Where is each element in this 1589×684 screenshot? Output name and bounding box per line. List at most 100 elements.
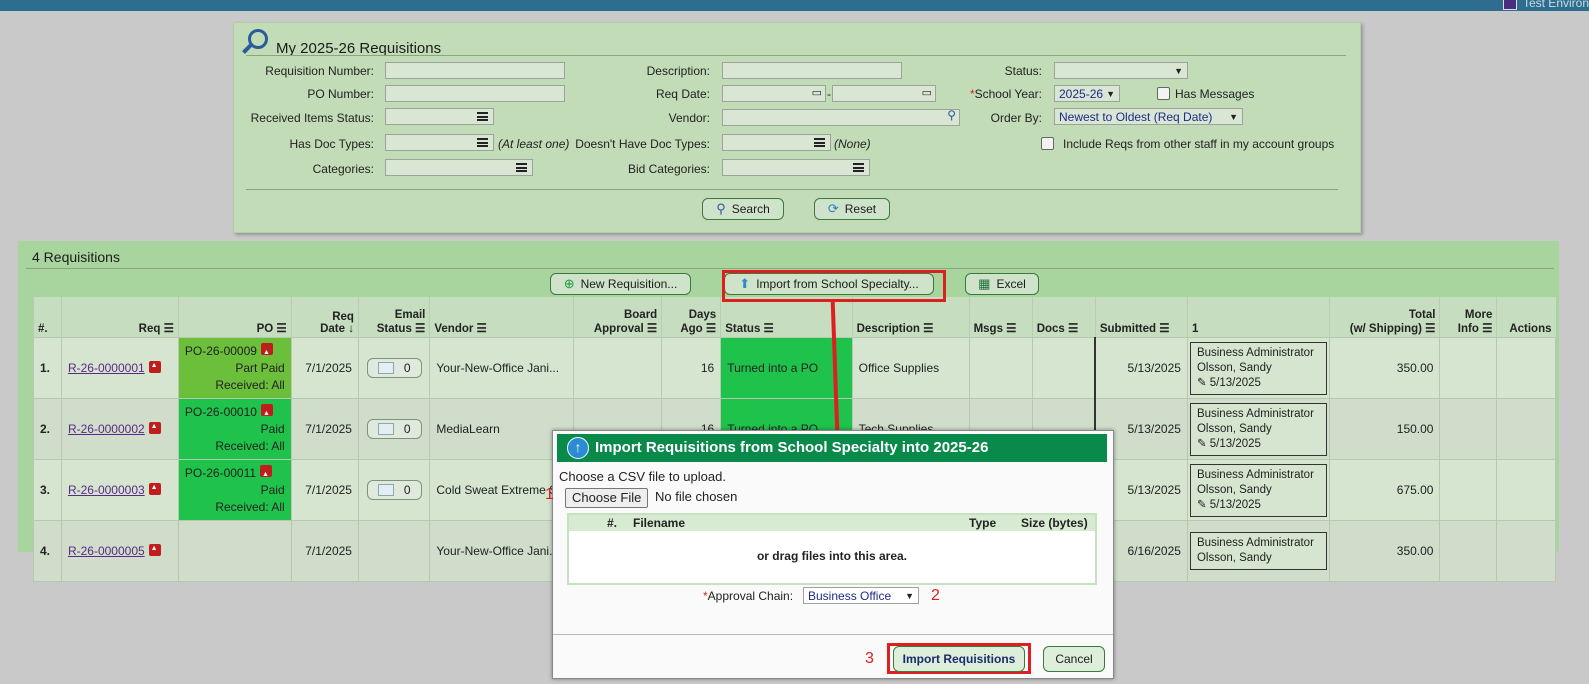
categories-select[interactable]	[385, 159, 533, 176]
reset-button[interactable]: ⟳ Reset	[814, 198, 890, 220]
email-status-cell: 0	[357, 459, 431, 521]
po-cell[interactable]	[177, 520, 292, 582]
approver-box: Business Administrator Olsson, Sandy ✎ 5/1…	[1189, 402, 1327, 456]
po-link[interactable]: PO-26-00009	[185, 344, 257, 358]
req-cell[interactable]: R-26-0000003	[60, 459, 179, 521]
status-select[interactable]: ▼	[1054, 62, 1188, 79]
email-status-cell: 0	[357, 398, 431, 460]
col-po[interactable]: PO ☰	[177, 297, 292, 338]
pdf-icon[interactable]	[260, 464, 273, 483]
col-board-approval[interactable]: Board Approval ☰	[573, 297, 662, 338]
school-year-select[interactable]: 2025-26 ▼	[1054, 85, 1120, 102]
calendar-icon[interactable]: ▭	[812, 86, 822, 99]
pdf-icon[interactable]	[148, 544, 161, 556]
received-status-select[interactable]	[385, 108, 494, 125]
row-num: 3.	[33, 459, 62, 521]
vendor-cell: Your-New-Office Jani...	[429, 337, 575, 399]
col-days-ago[interactable]: Days Ago ☰	[661, 297, 721, 338]
col-docs[interactable]: Docs ☰	[1031, 297, 1096, 338]
req-date-from-input[interactable]: ▭	[722, 85, 826, 102]
col-more-info[interactable]: More Info ☰	[1439, 297, 1497, 338]
divider	[246, 55, 1346, 56]
po-number-input[interactable]	[385, 85, 565, 102]
col-msgs[interactable]: Msgs ☰	[968, 297, 1033, 338]
chevron-down-icon: ▼	[905, 591, 914, 601]
date-separator: -	[827, 87, 831, 101]
plus-circle-icon: ⊕	[563, 276, 575, 291]
order-by-select[interactable]: Newest to Oldest (Req Date) ▼	[1054, 108, 1243, 125]
excel-button[interactable]: ▦ Excel	[965, 273, 1039, 295]
has-messages-checkbox[interactable]	[1157, 87, 1170, 100]
req-link[interactable]: R-26-0000001	[68, 361, 145, 375]
req-cell[interactable]: R-26-0000002	[60, 398, 179, 460]
description-input[interactable]	[722, 62, 902, 79]
import-requisitions-button[interactable]: Import Requisitions	[893, 646, 1025, 672]
upload-table-header: #. Filename Type Size (bytes)	[569, 515, 1095, 531]
po-received: Received: All	[215, 438, 285, 453]
pdf-icon[interactable]	[260, 342, 273, 361]
days-ago-cell: 16	[661, 337, 722, 399]
col-email-status[interactable]: Email Status ☰	[357, 297, 430, 338]
req-cell[interactable]: R-26-0000001	[60, 337, 179, 399]
no-file-text: No file chosen	[655, 489, 738, 504]
vendor-input[interactable]: ⚲	[722, 108, 960, 126]
col-req-date[interactable]: Req Date ↓	[290, 297, 359, 338]
po-paid-status: Paid	[260, 421, 285, 436]
email-status-cell: 0	[357, 337, 431, 399]
doesnt-have-doc-types-label: Doesn't Have Doc Types:	[575, 137, 710, 151]
pdf-icon[interactable]	[148, 422, 161, 434]
col-req[interactable]: Req ☰	[60, 297, 179, 338]
table-row: 1. R-26-0000001 PO-26-00009 Part Paid Re…	[33, 337, 1556, 399]
search-button[interactable]: ⚲ Search	[702, 198, 784, 220]
total-cell: 350.00	[1328, 337, 1441, 399]
email-status-button[interactable]: 0	[366, 480, 422, 500]
email-status-button[interactable]: 0	[366, 358, 422, 378]
cancel-button[interactable]: Cancel	[1043, 646, 1105, 672]
po-cell[interactable]: PO-26-00011 Paid Received: All	[177, 459, 292, 521]
drag-files-text: or drag files into this area.	[756, 549, 908, 563]
approver-cell: Business Administrator Olsson, Sandy ✎ 5/1…	[1186, 459, 1330, 521]
po-link[interactable]: PO-26-00011	[185, 466, 256, 480]
categories-label: Categories:	[312, 162, 374, 176]
col-description[interactable]: Description ☰	[851, 297, 970, 338]
board-approval-cell	[573, 337, 663, 399]
req-link[interactable]: R-26-0000003	[68, 483, 145, 497]
include-reqs-checkbox[interactable]	[1041, 137, 1054, 150]
upload-drop-area[interactable]: #. Filename Type Size (bytes) or drag fi…	[567, 513, 1097, 585]
req-link[interactable]: R-26-0000005	[68, 544, 145, 558]
upload-col-size: Size (bytes)	[1021, 516, 1088, 530]
req-number-input[interactable]	[385, 62, 565, 79]
new-requisition-button[interactable]: ⊕ New Requisition...	[550, 273, 691, 295]
doesnt-have-doc-types-select[interactable]	[722, 134, 831, 151]
email-status-button[interactable]: 0	[366, 419, 422, 439]
import-modal: ↑ Import Requisitions from School Special…	[545, 430, 1114, 679]
req-date-to-input[interactable]: ▭	[832, 85, 936, 102]
approver-cell: Business Administrator Olsson, Sandy ✎ 5/1…	[1186, 337, 1330, 399]
requisitions-title: 4 Requisitions	[32, 249, 120, 265]
approver-cell: Business Administrator Olsson, Sandy	[1186, 520, 1330, 582]
pdf-icon[interactable]	[260, 403, 273, 422]
upload-col-filename: Filename	[633, 516, 686, 530]
at-least-one-note: (At least one)	[498, 137, 570, 151]
choose-file-button[interactable]: Choose File	[565, 488, 649, 508]
bid-categories-select[interactable]	[722, 159, 870, 176]
more-info-cell	[1439, 520, 1498, 582]
col-submitted[interactable]: Submitted ☰	[1094, 297, 1188, 338]
col-vendor[interactable]: Vendor ☰	[429, 297, 574, 338]
req-cell[interactable]: R-26-0000005	[60, 520, 179, 582]
pdf-icon[interactable]	[148, 361, 161, 373]
approval-chain-select[interactable]: Business Office ▼	[803, 587, 919, 604]
chevron-down-icon: ▼	[1229, 112, 1238, 122]
po-cell[interactable]: PO-26-00009 Part Paid Received: All	[177, 337, 292, 399]
calendar-icon[interactable]: ▭	[922, 86, 932, 99]
po-link[interactable]: PO-26-00010	[185, 405, 257, 419]
req-link[interactable]: R-26-0000002	[68, 422, 145, 436]
import-button-highlight	[722, 270, 946, 302]
po-cell[interactable]: PO-26-00010 Paid Received: All	[177, 398, 292, 460]
has-doc-types-select[interactable]	[385, 134, 494, 151]
col-total[interactable]: Total (w/ Shipping) ☰	[1328, 297, 1440, 338]
filter-panel: My 2025-26 Requisitions Requisition Numb…	[233, 22, 1361, 233]
pdf-icon[interactable]	[148, 483, 161, 495]
req-date-cell: 7/1/2025	[290, 398, 359, 460]
po-received: Received: All	[215, 499, 285, 514]
